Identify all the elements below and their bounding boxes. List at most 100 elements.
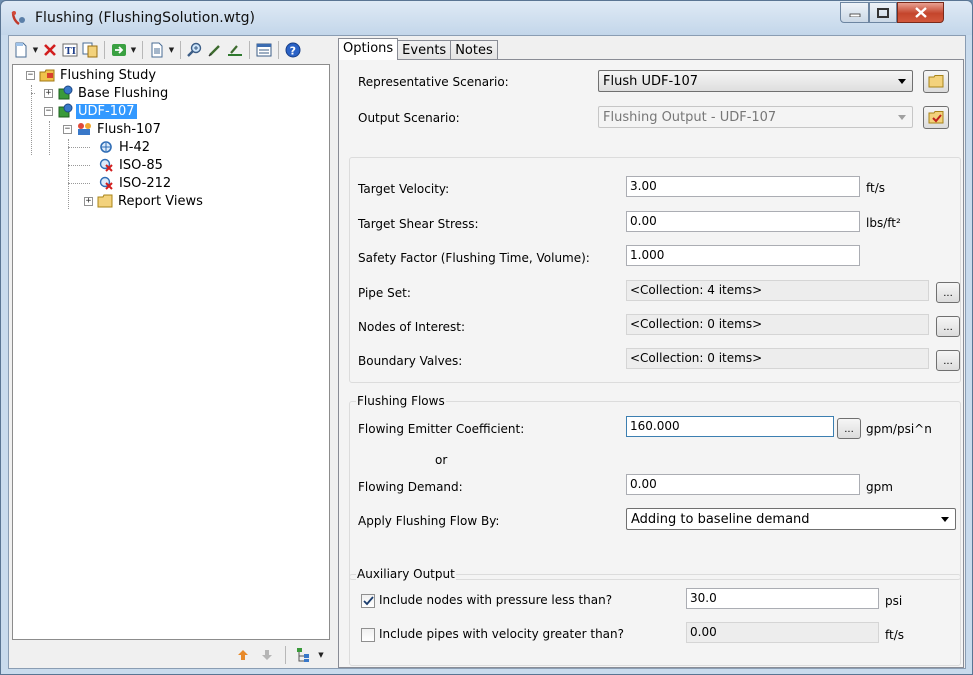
apply-flushing-flow-select[interactable]: Adding to baseline demand	[626, 508, 956, 530]
expand-toggle[interactable]: +	[44, 88, 53, 98]
nodes-of-interest-label: Nodes of Interest:	[358, 320, 466, 334]
tree-bottom-toolbar: ▼	[12, 643, 330, 667]
results-button[interactable]	[225, 40, 245, 60]
include-pressure-label[interactable]: Include nodes with pressure less than?	[379, 593, 612, 607]
edit-icon	[208, 45, 220, 57]
minimize-button[interactable]	[840, 2, 869, 23]
tree-item-label: UDF-107	[76, 103, 137, 119]
delete-icon	[44, 44, 56, 56]
tree-options-dropdown-arrow[interactable]: ▼	[318, 645, 324, 665]
maximize-icon	[877, 7, 889, 18]
chevron-down-icon	[898, 79, 906, 84]
results-icon	[228, 45, 242, 56]
copy-button[interactable]	[80, 40, 100, 60]
tree-item-label: Flushing Study	[60, 67, 157, 83]
options-panel: Representative Scenario: Flush UDF-107 O…	[338, 59, 964, 668]
title-bar[interactable]: Flushing (FlushingSolution.wtg)	[1, 1, 972, 35]
collapse-toggle[interactable]: −	[63, 124, 72, 134]
expand-toggle[interactable]: +	[84, 196, 93, 206]
help-button[interactable]: ?	[283, 40, 303, 60]
pane-splitter[interactable]	[332, 36, 337, 668]
edit-button[interactable]	[205, 40, 225, 60]
target-shear-input[interactable]: 0.00	[626, 211, 860, 232]
tree-item-report-views[interactable]: + Report Views	[84, 192, 205, 210]
nodes-of-interest-ellipsis-button[interactable]: ...	[936, 316, 960, 337]
folder-icon	[97, 193, 113, 209]
new-button[interactable]	[11, 40, 31, 60]
delete-button[interactable]	[40, 40, 60, 60]
tree-item-base-flushing[interactable]: + Base Flushing	[44, 84, 170, 102]
tree-item-label: Flush-107	[97, 121, 161, 137]
tree-item-iso-212[interactable]: ISO-212	[98, 174, 173, 192]
flowing-demand-label: Flowing Demand:	[358, 480, 463, 494]
tab-notes[interactable]: Notes	[450, 40, 498, 60]
boundary-valves-ellipsis-button[interactable]: ...	[936, 350, 960, 371]
or-label: or	[435, 453, 448, 467]
representative-scenario-select[interactable]: Flush UDF-107	[598, 70, 913, 92]
output-scenario-select[interactable]: Flushing Output - UDF-107	[598, 106, 913, 128]
toolbar-separator	[278, 41, 279, 59]
report-button[interactable]	[147, 40, 167, 60]
boundary-valves-label: Boundary Valves:	[358, 354, 463, 368]
tree-options-button[interactable]	[294, 645, 314, 665]
pipe-set-ellipsis-button[interactable]: ...	[936, 282, 960, 303]
pipe-set-value: <Collection: 4 items>	[626, 280, 929, 301]
include-velocity-checkbox[interactable]	[361, 628, 375, 642]
target-velocity-unit: ft/s	[866, 181, 886, 195]
velocity-threshold-input: 0.00	[686, 622, 879, 643]
tree-item-label: ISO-85	[119, 157, 163, 173]
new-dropdown-arrow[interactable]: ▼	[31, 40, 40, 60]
include-velocity-label[interactable]: Include pipes with velocity greater than…	[379, 627, 624, 641]
tree-toolbar: ▼ TI ▼ ▼ ?	[11, 38, 329, 62]
rename-button[interactable]: TI	[60, 40, 80, 60]
chevron-down-icon	[941, 517, 949, 522]
tree-item-iso-85[interactable]: ISO-85	[98, 156, 165, 174]
compute-button[interactable]	[109, 40, 129, 60]
collapse-toggle[interactable]: −	[26, 70, 35, 80]
flowing-demand-input[interactable]: 0.00	[626, 474, 860, 495]
svg-text:TI: TI	[65, 47, 76, 57]
output-scenario-button[interactable]	[923, 106, 949, 129]
tree-item-h-42[interactable]: H-42	[98, 138, 152, 156]
auxiliary-output-title: Auxiliary Output	[356, 567, 456, 581]
include-pressure-checkbox[interactable]	[361, 594, 375, 608]
toolbar-separator	[285, 646, 286, 664]
output-scenario-label: Output Scenario:	[358, 111, 460, 125]
tree-item-flush-107[interactable]: − Flush-107	[63, 120, 163, 138]
emitter-coefficient-input[interactable]: 160.000	[626, 416, 834, 437]
move-up-button[interactable]	[233, 645, 253, 665]
tree-item-label: Report Views	[118, 193, 203, 209]
toolbar-separator	[249, 41, 250, 59]
target-velocity-input[interactable]: 3.00	[626, 176, 860, 197]
folder-icon	[928, 75, 944, 88]
report-dropdown-arrow[interactable]: ▼	[167, 40, 176, 60]
pressure-threshold-input[interactable]: 30.0	[686, 588, 879, 609]
tree-item-flushing-study[interactable]: − Flushing Study	[26, 66, 158, 84]
arrow-down-icon	[262, 650, 272, 660]
boundary-valves-value: <Collection: 0 items>	[626, 348, 929, 369]
tab-events[interactable]: Events	[397, 40, 452, 60]
properties-button[interactable]	[254, 40, 274, 60]
compute-dropdown-arrow[interactable]: ▼	[129, 40, 138, 60]
velocity-threshold-unit: ft/s	[885, 628, 905, 642]
study-tree[interactable]: − Flushing Study + Base Flushing − UDF-1…	[12, 64, 330, 640]
window-title: Flushing (FlushingSolution.wtg)	[35, 10, 255, 26]
emitter-coefficient-ellipsis-button[interactable]: ...	[837, 418, 861, 439]
close-icon	[914, 7, 927, 18]
checkmark-icon	[362, 596, 374, 606]
tab-options[interactable]: Options	[338, 38, 399, 60]
pressure-threshold-unit: psi	[885, 594, 903, 608]
move-down-button[interactable]	[257, 645, 277, 665]
compute-icon	[112, 44, 126, 56]
zoom-button[interactable]	[185, 40, 205, 60]
tree-connector	[49, 121, 50, 155]
tree-item-udf-107[interactable]: − UDF-107	[44, 102, 137, 120]
close-button[interactable]	[897, 2, 944, 23]
properties-icon	[256, 43, 272, 57]
browse-scenario-button[interactable]	[923, 70, 949, 93]
safety-factor-input[interactable]: 1.000	[626, 245, 860, 266]
maximize-button[interactable]	[869, 2, 897, 23]
toolbar-separator	[104, 41, 105, 59]
collapse-toggle[interactable]: −	[44, 106, 53, 116]
new-icon	[15, 42, 27, 58]
